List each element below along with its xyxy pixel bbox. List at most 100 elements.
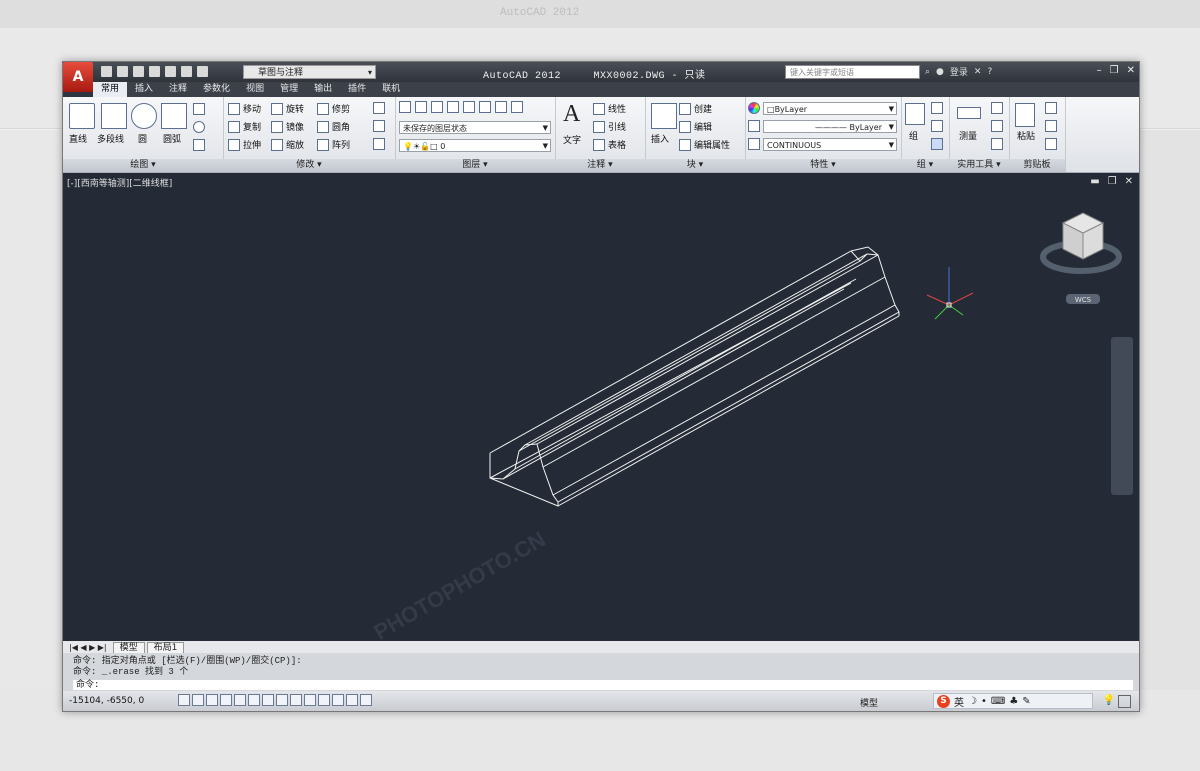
text-button[interactable]: 文字 <box>563 133 581 146</box>
ortho-icon[interactable] <box>206 694 218 706</box>
3d-osnap-icon[interactable] <box>248 694 260 706</box>
line-button[interactable]: 直线 <box>69 132 87 145</box>
explode-icon[interactable] <box>373 120 385 132</box>
redo-icon[interactable] <box>197 66 208 77</box>
tab-view[interactable]: 视图 <box>238 82 272 97</box>
hatch-icon[interactable] <box>193 139 205 151</box>
match-properties-icon[interactable] <box>1045 138 1057 150</box>
copy-clip-icon[interactable] <box>1045 120 1057 132</box>
panel-properties-label[interactable]: 特性 ▾ <box>745 159 901 172</box>
close-icon[interactable]: ✕ <box>1127 65 1135 76</box>
linetype-select[interactable]: CONTINUOUS ▼ <box>763 138 897 151</box>
paste-icon[interactable] <box>1015 103 1035 127</box>
layer-isolate-icon[interactable] <box>431 101 443 113</box>
open-icon[interactable] <box>117 66 128 77</box>
ime-language[interactable]: 英 <box>954 694 964 709</box>
drawing-viewport[interactable]: [-][西南等轴测][二维线框] ▬ ❐ ✕ WCS PHOTOPHOTO.CN <box>63 173 1139 641</box>
trim-button[interactable]: 修剪 <box>317 102 350 115</box>
am-icon[interactable] <box>360 694 372 706</box>
circle-button[interactable]: 圆 <box>138 132 147 145</box>
save-icon[interactable] <box>133 66 144 77</box>
moon-icon[interactable]: ☽ <box>968 696 977 707</box>
tab-plugins[interactable]: 插件 <box>340 82 374 97</box>
layer-off-icon[interactable] <box>463 101 475 113</box>
id-point-icon[interactable] <box>991 120 1003 132</box>
sc-icon[interactable] <box>346 694 358 706</box>
arc-icon[interactable] <box>161 103 187 129</box>
layer-lock-icon[interactable] <box>479 101 491 113</box>
panel-group-label[interactable]: 组 ▾ <box>901 159 949 172</box>
copy-button[interactable]: 复制 <box>228 120 261 133</box>
new-icon[interactable] <box>101 66 112 77</box>
panel-modify-label[interactable]: 修改 ▾ <box>223 159 395 172</box>
ellipse-icon[interactable] <box>193 121 205 133</box>
tab-insert[interactable]: 插入 <box>127 82 161 97</box>
workspace-select[interactable]: 草图与注释 ▾ <box>243 65 376 79</box>
binoculars-icon[interactable]: ⌕ <box>925 67 930 77</box>
sogou-icon[interactable]: S <box>937 694 950 708</box>
tab-online[interactable]: 联机 <box>374 82 408 97</box>
quick-select-icon[interactable] <box>991 102 1003 114</box>
print-icon[interactable] <box>165 66 176 77</box>
undo-icon[interactable] <box>181 66 192 77</box>
qp-icon[interactable] <box>332 694 344 706</box>
osnap-icon[interactable] <box>234 694 246 706</box>
lightbulb-icon[interactable]: 💡 <box>1103 695 1115 706</box>
panel-annotation-label[interactable]: 注释 ▾ <box>555 159 645 172</box>
leader-button[interactable]: 引线 <box>593 120 626 133</box>
otrack-icon[interactable] <box>262 694 274 706</box>
tab-model[interactable]: 模型 <box>112 641 145 653</box>
model-space-toggle[interactable]: 模型 <box>860 696 878 709</box>
tab-manage[interactable]: 管理 <box>272 82 306 97</box>
lineweight-select[interactable]: ———— ByLayer ▼ <box>763 120 897 133</box>
tab-output[interactable]: 输出 <box>306 82 340 97</box>
scale-button[interactable]: 缩放 <box>271 138 304 151</box>
circle-icon[interactable] <box>131 103 157 129</box>
panel-block-label[interactable]: 块 ▾ <box>645 159 745 172</box>
paste-button[interactable]: 粘贴 <box>1017 129 1035 142</box>
wrench-icon[interactable]: ✎ <box>1022 696 1030 707</box>
tab-layout1[interactable]: 布局1 <box>146 641 185 653</box>
linear-dim-button[interactable]: 线性 <box>593 102 626 115</box>
ime-toolbar[interactable]: S 英 ☽ • ⌨ ♣ ✎ <box>933 693 1093 709</box>
linetype-icon[interactable] <box>748 138 760 150</box>
polar-icon[interactable] <box>220 694 232 706</box>
color-select[interactable]: □ByLayer ▼ <box>763 102 897 115</box>
help-icon[interactable]: ? <box>987 67 992 77</box>
calculator-icon[interactable] <box>991 138 1003 150</box>
group-edit-icon[interactable] <box>931 120 943 132</box>
panel-draw-label[interactable]: 绘图 ▾ <box>63 159 223 172</box>
polyline-icon[interactable] <box>101 103 127 129</box>
cut-icon[interactable] <box>1045 102 1057 114</box>
exchange-icon[interactable]: ✕ <box>974 67 982 77</box>
command-input[interactable]: 命令: <box>73 680 1133 690</box>
text-icon[interactable]: A <box>563 101 580 128</box>
snap-icon[interactable] <box>178 694 190 706</box>
navigation-bar[interactable] <box>1111 337 1133 495</box>
tab-parametric[interactable]: 参数化 <box>195 82 238 97</box>
restore-icon[interactable]: ❐ <box>1110 65 1119 76</box>
line-icon[interactable] <box>69 103 95 129</box>
minimize-icon[interactable]: – <box>1097 65 1102 76</box>
tab-home[interactable]: 常用 <box>93 82 128 97</box>
ungroup-icon[interactable] <box>931 102 943 114</box>
mirror-button[interactable]: 镜像 <box>271 120 304 133</box>
ducs-icon[interactable] <box>276 694 288 706</box>
transparency-icon[interactable] <box>318 694 330 706</box>
table-button[interactable]: 表格 <box>593 138 626 151</box>
search-input[interactable]: 键入关键字或短语 <box>785 65 920 79</box>
color-wheel-icon[interactable] <box>748 102 760 114</box>
layer-select[interactable]: 💡☀🔓□ 0 ▼ <box>399 139 551 152</box>
layer-match-icon[interactable] <box>495 101 507 113</box>
move-button[interactable]: 移动 <box>228 102 261 115</box>
stretch-button[interactable]: 拉伸 <box>228 138 261 151</box>
insert-block-button[interactable]: 插入 <box>651 132 669 145</box>
layer-properties-icon[interactable] <box>399 101 411 113</box>
save-as-icon[interactable] <box>149 66 160 77</box>
shirt-icon[interactable]: ♣ <box>1009 696 1018 707</box>
layer-previous-icon[interactable] <box>511 101 523 113</box>
offset-icon[interactable] <box>373 138 385 150</box>
measure-icon[interactable] <box>957 107 981 119</box>
keyboard-icon[interactable]: ⌨ <box>991 696 1005 707</box>
group-icon[interactable] <box>905 103 925 125</box>
